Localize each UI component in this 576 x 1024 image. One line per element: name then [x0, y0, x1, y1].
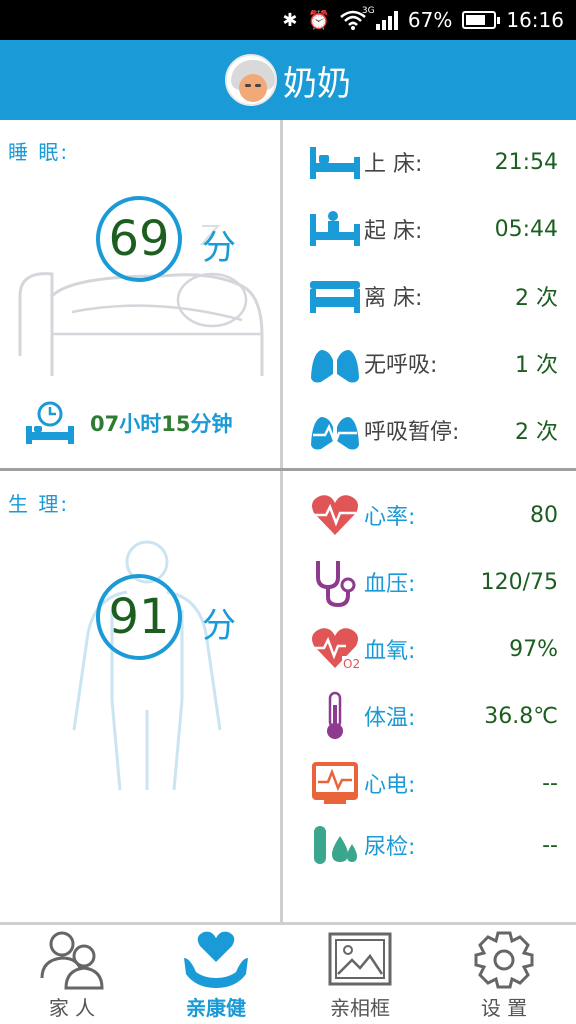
bluetooth-icon: ✱: [282, 9, 298, 31]
nav-label-photo-frame: 亲相框: [330, 996, 390, 1020]
no-breath-value: 1: [514, 353, 529, 378]
apnea-label: 呼吸暂停:: [364, 420, 460, 445]
physio-stat-urine: 尿检: --: [308, 820, 558, 870]
sleep-minutes-unit: 分钟: [190, 412, 233, 436]
apnea-unit: 次: [535, 420, 558, 445]
sleep-score-unit: 分: [202, 228, 236, 268]
sleep-clock-bed-icon: [26, 401, 74, 444]
no-breath-label: 无呼吸:: [364, 353, 438, 378]
horizontal-divider: [0, 468, 576, 471]
alarm-icon: ⏰: [307, 9, 330, 31]
urine-value: --: [542, 832, 558, 858]
family-icon: [40, 931, 104, 990]
cell-signal-icon: 3G: [362, 6, 398, 30]
sleep-duration: 07小时15分钟: [24, 400, 232, 446]
stethoscope-icon: [316, 561, 356, 607]
nav-label-family: 家 人: [48, 996, 96, 1020]
urine-test-icon: [314, 826, 357, 864]
ecg-label: 心电:: [364, 773, 416, 798]
physio-stat-blood-pressure: 血压: 120/75: [308, 557, 558, 607]
no-breath-unit: 次: [535, 353, 558, 378]
sleep-stat-no-breath: 无呼吸: 1 次: [308, 338, 558, 388]
status-bar: ✱ ⏰ 3G 67% 16:16: [0, 0, 576, 40]
temperature-value: 36.8℃: [484, 703, 558, 729]
get-up-icon: [310, 211, 360, 246]
leave-bed-label: 离 床:: [364, 286, 423, 311]
leave-bed-icon: [310, 281, 360, 313]
sleep-section-label: 睡 眠:: [8, 140, 70, 164]
vertical-divider: [280, 120, 283, 922]
photo-frame-icon: [328, 932, 392, 986]
blood-oxygen-label: 血氧:: [364, 639, 416, 664]
blood-pressure-label: 血压:: [364, 572, 416, 597]
blood-oxygen-icon: O2: [312, 628, 360, 671]
blood-pressure-value: 120/75: [480, 569, 558, 595]
grandma-avatar[interactable]: [225, 54, 277, 106]
bedtime-value: 21:54: [494, 149, 558, 175]
physio-section-label: 生 理:: [8, 492, 70, 516]
leave-bed-value: 2: [514, 286, 529, 311]
heart-rate-icon: [312, 495, 358, 535]
physio-stat-blood-oxygen: O2 血氧: 97%: [308, 624, 558, 674]
ecg-icon: [312, 762, 358, 804]
network-type: 3G: [361, 6, 375, 16]
wakeup-value: 05:44: [494, 216, 558, 242]
battery-icon: [462, 11, 501, 29]
sleep-hours: 07: [90, 412, 120, 436]
nav-label-health: 亲康健: [186, 996, 246, 1020]
nav-tab-family[interactable]: 家 人: [0, 925, 144, 1024]
physio-score: 91: [96, 574, 182, 660]
blood-oxygen-value: 97%: [509, 636, 558, 662]
bottom-navigation: 家 人 亲康健 亲相框 设 置: [0, 922, 576, 1024]
nav-tab-settings[interactable]: 设 置: [432, 925, 576, 1024]
physio-stat-ecg: 心电: --: [308, 758, 558, 808]
health-icon: [184, 931, 248, 988]
urine-label: 尿检:: [364, 835, 416, 860]
physio-stat-temperature: 体温: 36.8℃: [308, 691, 558, 741]
health-dashboard: 睡 眠: 69 分 07小时15分钟 上 床: 21:54 起 床: 05:44…: [0, 120, 576, 922]
bedtime-label: 上 床:: [364, 152, 423, 177]
sleep-stat-bedtime: 上 床: 21:54: [308, 137, 558, 187]
wakeup-label: 起 床:: [364, 219, 423, 244]
thermometer-icon: [327, 691, 343, 739]
sleep-minutes: 15: [161, 412, 191, 436]
app-header: 奶奶: [0, 40, 576, 120]
apnea-value: 2: [514, 420, 529, 445]
leave-bed-unit: 次: [535, 286, 558, 311]
heart-rate-value: 80: [530, 502, 558, 528]
svg-text:O2: O2: [343, 657, 360, 671]
temperature-label: 体温:: [364, 706, 416, 731]
lungs-pulse-icon: [311, 411, 359, 450]
ecg-value: --: [542, 770, 558, 796]
sleep-stat-leave-bed: 离 床: 2 次: [308, 271, 558, 321]
nav-tab-photo-frame[interactable]: 亲相框: [288, 925, 432, 1024]
physio-stat-heart-rate: 心率: 80: [308, 490, 558, 540]
bed-icon: [310, 147, 360, 179]
sleep-stat-apnea: 呼吸暂停: 2 次: [308, 405, 558, 455]
nav-tab-health[interactable]: 亲康健: [144, 925, 288, 1024]
nav-label-settings: 设 置: [480, 996, 528, 1020]
page-title: 奶奶: [283, 63, 351, 104]
sleep-stat-wakeup: 起 床: 05:44: [308, 204, 558, 254]
sleep-hours-unit: 小时: [119, 412, 162, 436]
physio-score-unit: 分: [202, 606, 236, 646]
sleep-score: 69: [96, 196, 182, 282]
battery-percent: 67%: [407, 8, 453, 32]
settings-gear-icon: [474, 931, 534, 989]
clock: 16:16: [506, 8, 564, 32]
lungs-icon: [311, 344, 359, 383]
heart-rate-label: 心率:: [364, 505, 416, 530]
